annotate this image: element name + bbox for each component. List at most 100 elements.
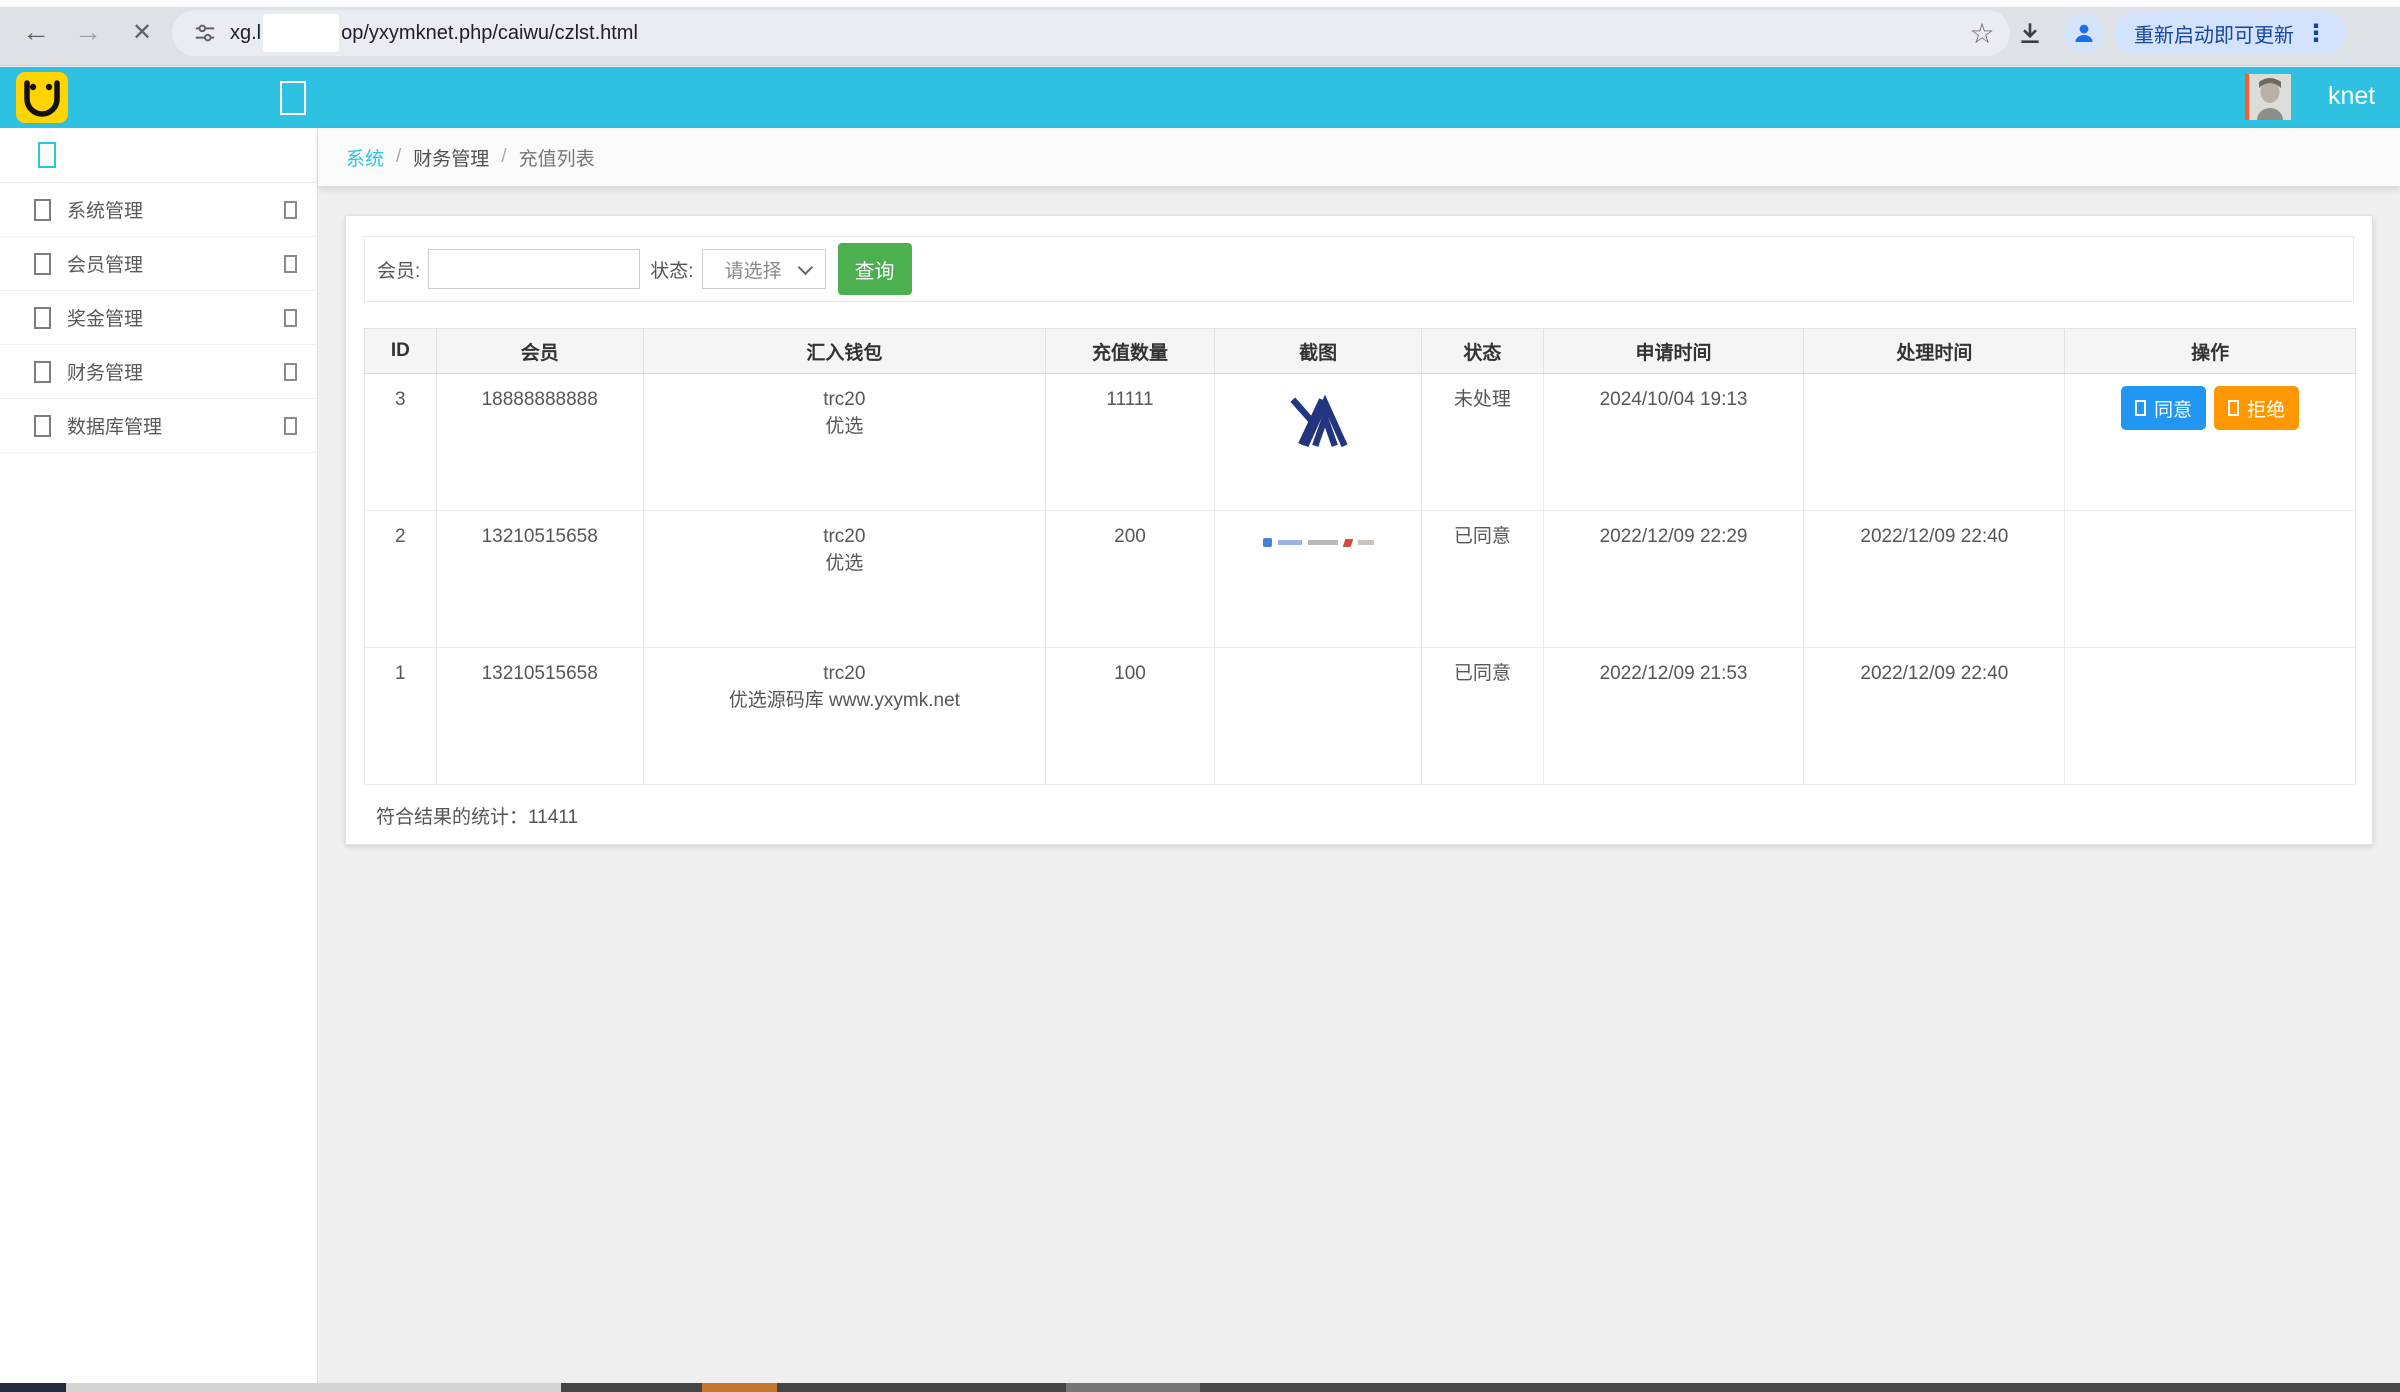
breadcrumb-system-link[interactable]: 系统: [346, 144, 384, 171]
cell-process-time: [1804, 374, 2065, 511]
filter-bar: 会员: 状态: 请选择 查询: [364, 236, 2354, 302]
taskbar-strip: [0, 1383, 2400, 1392]
chrome-update-button[interactable]: 重新启动即可更新 ⋮: [2114, 12, 2346, 54]
col-screenshot: 截图: [1215, 329, 1422, 374]
approve-label: 同意: [2154, 395, 2192, 422]
profile-icon[interactable]: [2064, 13, 2104, 53]
col-amount: 充值数量: [1045, 329, 1214, 374]
sidebar-item-label: 奖金管理: [67, 304, 143, 331]
chrome-update-label: 重新启动即可更新: [2134, 19, 2294, 48]
wallet-note: 优选源码库 www.yxymk.net: [644, 687, 1045, 714]
sidebar-item-label: 会员管理: [67, 250, 143, 277]
query-button[interactable]: 查询: [838, 243, 912, 295]
site-settings-icon[interactable]: [194, 22, 216, 44]
col-id: ID: [365, 329, 437, 374]
sidebar-home-link[interactable]: [0, 128, 317, 183]
chevron-placeholder-icon: [284, 309, 297, 327]
back-icon[interactable]: ←: [12, 8, 60, 56]
screenshot-thumbnail[interactable]: [1263, 535, 1374, 550]
status-select-value: 请选择: [725, 256, 782, 283]
table-row: 2 13210515658 trc20 优选 200 已同意 2022/12/0…: [365, 511, 2356, 648]
sidebar-item-database[interactable]: 数据库管理: [0, 399, 317, 453]
account-name[interactable]: knet: [2328, 82, 2375, 111]
menu-placeholder-icon: [34, 253, 51, 275]
app-logo[interactable]: [16, 72, 68, 123]
cell-process-time: 2022/12/09 22:40: [1804, 648, 2065, 785]
forward-icon[interactable]: →: [64, 8, 112, 56]
header-menu-placeholder-icon[interactable]: [280, 81, 306, 115]
ya-logo-image[interactable]: [1287, 394, 1349, 450]
col-status: 状态: [1422, 329, 1543, 374]
cell-screenshot: [1215, 648, 1422, 785]
sidebar-item-bonus[interactable]: 奖金管理: [0, 291, 317, 345]
chevron-placeholder-icon: [284, 255, 297, 273]
breadcrumb: 系统 / 财务管理 / 充值列表: [318, 128, 2400, 186]
cell-status: 未处理: [1422, 374, 1543, 511]
app-header: knet: [0, 67, 2400, 128]
sidebar-item-finance[interactable]: 财务管理: [0, 345, 317, 399]
cell-member: 13210515658: [436, 648, 643, 785]
cell-apply-time: 2022/12/09 22:29: [1543, 511, 1804, 648]
sidebar-item-members[interactable]: 会员管理: [0, 237, 317, 291]
url-bar[interactable]: xg.l op/yxymknet.php/caiwu/czlst.html: [172, 10, 2010, 56]
recharge-table: ID 会员 汇入钱包 充值数量 截图 状态 申请时间 处理时间 操作 3 188…: [364, 328, 2356, 785]
url-prefix: xg.l: [230, 22, 261, 45]
cell-status: 已同意: [1422, 648, 1543, 785]
url-suffix: op/yxymknet.php/caiwu/czlst.html: [341, 22, 638, 45]
cell-amount: 200: [1045, 511, 1214, 648]
breadcrumb-current-page: 充值列表: [519, 144, 595, 171]
table-header-row: ID 会员 汇入钱包 充值数量 截图 状态 申请时间 处理时间 操作: [365, 329, 2356, 374]
cell-member: 13210515658: [436, 511, 643, 648]
menu-placeholder-icon: [34, 361, 51, 383]
reject-placeholder-icon: [2228, 400, 2239, 416]
member-filter-input[interactable]: [428, 249, 640, 289]
recharge-list-panel: 会员: 状态: 请选择 查询 ID 会员 汇入钱包 充值数量 截图 状态 申请时…: [345, 215, 2373, 845]
cell-status: 已同意: [1422, 511, 1543, 648]
col-apply-time: 申请时间: [1543, 329, 1804, 374]
cell-wallet: trc20 优选源码库 www.yxymk.net: [643, 648, 1045, 785]
cell-apply-time: 2024/10/04 19:13: [1543, 374, 1804, 511]
cell-screenshot: [1215, 374, 1422, 511]
sidebar-item-system[interactable]: 系统管理: [0, 183, 317, 237]
wallet-type: trc20: [823, 663, 865, 684]
cell-screenshot: [1215, 511, 1422, 648]
sidebar: 系统管理 会员管理 奖金管理 财务管理 数据库管理: [0, 128, 318, 1383]
reject-button[interactable]: 拒绝: [2214, 386, 2299, 430]
cell-actions: [2065, 648, 2356, 785]
cell-apply-time: 2022/12/09 21:53: [1543, 648, 1804, 785]
cell-member: 18888888888: [436, 374, 643, 511]
approve-button[interactable]: 同意: [2121, 386, 2206, 430]
wallet-type: trc20: [823, 526, 865, 547]
col-member: 会员: [436, 329, 643, 374]
results-summary: 符合结果的统计：11411: [364, 785, 2354, 829]
cell-actions: 同意 拒绝: [2065, 374, 2356, 511]
browser-toolbar: ← → ✕ xg.l op/yxymknet.php/caiwu/czlst.h…: [0, 0, 2400, 66]
status-select[interactable]: 请选择: [702, 249, 826, 289]
home-placeholder-icon: [38, 142, 56, 168]
col-wallet: 汇入钱包: [643, 329, 1045, 374]
menu-dots-icon[interactable]: ⋮: [2294, 19, 2338, 48]
cell-id: 1: [365, 648, 437, 785]
avatar[interactable]: [2245, 74, 2291, 120]
breadcrumb-separator: /: [501, 146, 506, 168]
bookmark-star-icon[interactable]: ☆: [1958, 17, 2006, 50]
menu-placeholder-icon: [34, 199, 51, 221]
sidebar-item-label: 系统管理: [67, 196, 143, 223]
table-row: 1 13210515658 trc20 优选源码库 www.yxymk.net …: [365, 648, 2356, 785]
member-filter-label: 会员:: [377, 256, 420, 283]
breadcrumb-finance: 财务管理: [413, 144, 489, 171]
cell-id: 3: [365, 374, 437, 511]
cell-amount: 11111: [1045, 374, 1214, 511]
cell-amount: 100: [1045, 648, 1214, 785]
chevron-placeholder-icon: [284, 417, 297, 435]
col-process-time: 处理时间: [1804, 329, 2065, 374]
sidebar-item-label: 数据库管理: [67, 412, 162, 439]
cell-actions: [2065, 511, 2356, 648]
chevron-down-icon: [797, 259, 813, 275]
menu-placeholder-icon: [34, 307, 51, 329]
download-icon[interactable]: [2006, 20, 2054, 46]
status-filter-label: 状态:: [650, 256, 693, 283]
stop-icon[interactable]: ✕: [118, 8, 166, 56]
wallet-note: 优选: [644, 413, 1045, 440]
wallet-type: trc20: [823, 389, 865, 410]
